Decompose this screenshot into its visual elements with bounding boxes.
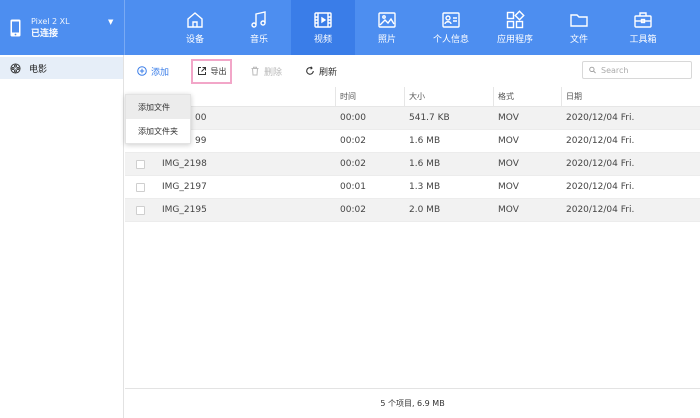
cell-date: 2020/12/04 Fri. bbox=[566, 136, 635, 146]
cell-date: 2020/12/04 Fri. bbox=[566, 182, 635, 192]
cell-format: MOV bbox=[498, 205, 519, 215]
refresh-label: 刷新 bbox=[319, 67, 338, 78]
refresh-icon bbox=[306, 66, 314, 75]
nav-label: 工具箱 bbox=[629, 35, 657, 45]
status-bar: 5 个项目, 6.9 MB bbox=[125, 388, 700, 418]
menu-item-add-folder[interactable]: 添加文件夹 bbox=[126, 119, 190, 143]
name-tail: 99 bbox=[195, 136, 207, 146]
main-nav: 设备 音乐 视频 照片 个人信息 应用程序 文件 工具箱 bbox=[163, 0, 675, 55]
plus-circle-icon bbox=[137, 66, 147, 76]
item-count-summary: 5 个项目, 6.9 MB bbox=[380, 399, 445, 408]
delete-label: 删除 bbox=[264, 67, 283, 78]
add-label: 添加 bbox=[151, 67, 170, 78]
nav-item-photos[interactable]: 照片 bbox=[355, 0, 419, 55]
home-icon bbox=[187, 12, 203, 28]
table-row[interactable]: 00 00:00 541.7 KB MOV 2020/12/04 Fri. bbox=[125, 107, 700, 130]
nav-label: 音乐 bbox=[249, 35, 268, 45]
cell-format: MOV bbox=[498, 113, 519, 123]
contact-card-icon bbox=[442, 12, 460, 28]
sidebar-item-movies[interactable]: 电影 bbox=[0, 57, 123, 79]
cell-date: 2020/12/04 Fri. bbox=[566, 159, 635, 169]
row-checkbox[interactable] bbox=[136, 183, 145, 192]
cell-name: IMG_2195 bbox=[162, 205, 207, 215]
apps-icon bbox=[506, 10, 525, 29]
sidebar-item-label: 电影 bbox=[29, 64, 48, 75]
cell-time: 00:02 bbox=[340, 159, 366, 169]
nav-label: 文件 bbox=[569, 35, 588, 45]
row-checkbox[interactable] bbox=[136, 160, 145, 169]
photo-icon bbox=[378, 12, 396, 28]
nav-item-video[interactable]: 视频 bbox=[291, 0, 355, 55]
cell-time: 00:00 bbox=[340, 113, 366, 123]
delete-button[interactable]: 删除 bbox=[250, 60, 282, 82]
name-tail: 00 bbox=[195, 113, 207, 123]
cell-size: 1.3 MB bbox=[409, 182, 441, 192]
cell-name-partial: 99 bbox=[195, 130, 206, 152]
folder-icon bbox=[570, 14, 588, 27]
nav-item-files[interactable]: 文件 bbox=[547, 0, 611, 55]
search-box[interactable] bbox=[582, 61, 692, 79]
row-checkbox[interactable] bbox=[136, 206, 145, 215]
sidebar: 电影 bbox=[0, 55, 124, 418]
cell-name: IMG_2198 bbox=[162, 159, 207, 169]
cell-format: MOV bbox=[498, 182, 519, 192]
toolbox-icon bbox=[634, 12, 652, 28]
nav-label: 个人信息 bbox=[432, 35, 469, 45]
cell-name: IMG_2197 bbox=[162, 182, 207, 192]
table-row[interactable]: 99 00:02 1.6 MB MOV 2020/12/04 Fri. bbox=[125, 130, 700, 153]
column-header-format[interactable]: 格式 bbox=[493, 87, 514, 106]
cell-size: 1.6 MB bbox=[409, 159, 441, 169]
cell-time: 00:02 bbox=[340, 136, 366, 146]
cell-size: 541.7 KB bbox=[409, 113, 450, 123]
cell-size: 1.6 MB bbox=[409, 136, 441, 146]
table-row[interactable]: IMG_2197 00:01 1.3 MB MOV 2020/12/04 Fri… bbox=[125, 176, 700, 199]
export-button[interactable]: 导出 bbox=[191, 58, 232, 84]
film-reel-icon bbox=[10, 62, 21, 74]
nav-item-toolbox[interactable]: 工具箱 bbox=[611, 0, 675, 55]
trash-icon bbox=[251, 66, 259, 76]
cell-size: 2.0 MB bbox=[409, 205, 441, 215]
cell-name-partial: 00 bbox=[195, 107, 206, 129]
add-button[interactable]: 添加 bbox=[137, 60, 169, 82]
nav-item-personal-info[interactable]: 个人信息 bbox=[419, 0, 483, 55]
cell-time: 00:02 bbox=[340, 205, 366, 215]
table-row[interactable]: IMG_2195 00:02 2.0 MB MOV 2020/12/04 Fri… bbox=[125, 199, 700, 222]
refresh-button[interactable]: 刷新 bbox=[305, 60, 337, 82]
menu-item-add-file[interactable]: 添加文件 bbox=[126, 95, 190, 119]
nav-label: 照片 bbox=[377, 35, 396, 45]
nav-item-devices[interactable]: 设备 bbox=[163, 0, 227, 55]
file-table: 时间 大小 格式 日期 00 00:00 541.7 KB MOV 2020/1… bbox=[125, 87, 700, 222]
column-header-date[interactable]: 日期 bbox=[561, 87, 582, 106]
nav-item-music[interactable]: 音乐 bbox=[227, 0, 291, 55]
device-selector[interactable]: Pixel 2 XL 已连接 ▼ bbox=[0, 0, 124, 55]
video-icon bbox=[314, 12, 332, 28]
cell-time: 00:01 bbox=[340, 182, 366, 192]
column-header-size[interactable]: 大小 bbox=[404, 87, 425, 106]
cell-date: 2020/12/04 Fri. bbox=[566, 205, 635, 215]
cell-format: MOV bbox=[498, 136, 519, 146]
divider bbox=[124, 0, 125, 55]
nav-label: 设备 bbox=[185, 35, 204, 45]
nav-item-apps[interactable]: 应用程序 bbox=[483, 0, 547, 55]
search-icon bbox=[589, 66, 596, 74]
cell-date: 2020/12/04 Fri. bbox=[566, 113, 635, 123]
cell-format: MOV bbox=[498, 159, 519, 169]
chevron-down-icon[interactable]: ▼ bbox=[108, 18, 113, 26]
export-icon bbox=[197, 67, 206, 75]
nav-label: 视频 bbox=[313, 35, 332, 45]
device-status: 已连接 bbox=[31, 28, 59, 39]
export-label: 导出 bbox=[210, 66, 227, 76]
add-dropdown-menu: 添加文件 添加文件夹 bbox=[125, 94, 191, 144]
table-row[interactable]: IMG_2198 00:02 1.6 MB MOV 2020/12/04 Fri… bbox=[125, 153, 700, 176]
top-bar: Pixel 2 XL 已连接 ▼ 设备 音乐 视频 照片 个人信息 应用程序 文… bbox=[0, 0, 700, 55]
nav-label: 应用程序 bbox=[496, 35, 533, 45]
phone-icon bbox=[10, 19, 21, 36]
column-header-time[interactable]: 时间 bbox=[335, 87, 356, 106]
music-icon bbox=[251, 11, 266, 28]
device-model: Pixel 2 XL bbox=[31, 16, 70, 26]
search-input[interactable] bbox=[601, 65, 691, 75]
toolbar: 添加 导出 删除 刷新 bbox=[125, 55, 700, 87]
table-header: 时间 大小 格式 日期 bbox=[125, 87, 700, 107]
